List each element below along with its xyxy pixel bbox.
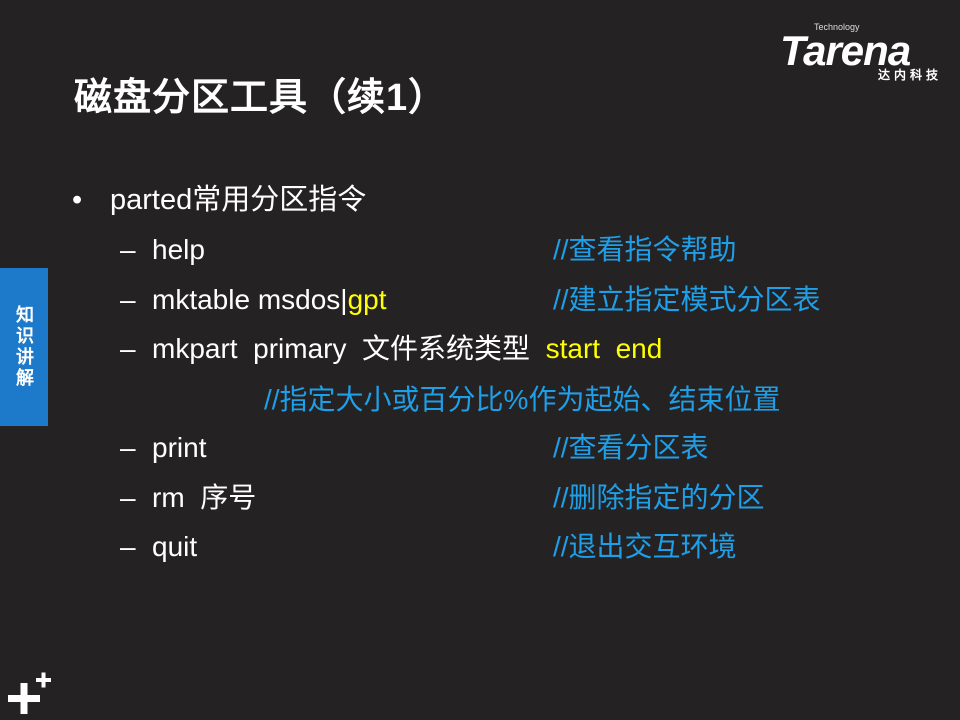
side-tab-label: 知识讲解 xyxy=(14,305,34,389)
item-command: quit xyxy=(152,531,198,562)
plus-icon xyxy=(8,672,51,714)
bullet-text: parted常用分区指令 xyxy=(110,184,367,216)
item-command: help xyxy=(152,234,205,265)
item-comment: //建立指定模式分区表 xyxy=(553,284,821,315)
item-command: mkpart primary 文件系统类型 xyxy=(152,333,546,364)
slide-title: 磁盘分区工具（续1） xyxy=(74,77,448,119)
list-item: – rm 序号 xyxy=(120,478,256,518)
item-command-highlight: start end xyxy=(545,333,663,364)
bullet-dot: • xyxy=(72,184,83,216)
item-comment: //删除指定的分区 xyxy=(553,482,765,513)
item-comment: //查看分区表 xyxy=(553,432,709,463)
item-command: mktable msdos| xyxy=(152,284,348,315)
list-item: – quit xyxy=(120,527,197,567)
item-dash: – xyxy=(120,333,136,364)
item-dash: – xyxy=(120,284,136,315)
item-dash: – xyxy=(120,432,136,463)
item-command-highlight: gpt xyxy=(347,284,387,315)
item-command: rm 序号 xyxy=(152,482,257,513)
item-command: print xyxy=(152,432,207,463)
list-item: – print xyxy=(120,428,206,468)
list-item: – help xyxy=(120,230,205,270)
item-dash: – xyxy=(120,531,136,562)
logo-cn-name: 达内科技 xyxy=(877,68,942,82)
mkpart-comment: //指定大小或百分比%作为起始、结束位置 xyxy=(264,384,781,415)
item-dash: – xyxy=(120,234,136,265)
slide: 磁盘分区工具（续1） Technology Tarena 达内科技 知识讲解 •… xyxy=(0,0,960,720)
tarena-logo: Technology Tarena 达内科技 xyxy=(780,22,948,84)
item-comment: //退出交互环境 xyxy=(553,531,737,562)
side-tab: 知识讲解 xyxy=(0,268,48,426)
main-bullet: • parted常用分区指令 xyxy=(72,180,366,220)
item-dash: – xyxy=(120,482,136,513)
list-item: – mktable msdos|gpt xyxy=(120,280,387,320)
item-comment: //查看指令帮助 xyxy=(553,234,737,265)
list-item: – mkpart primary 文件系统类型 start end xyxy=(120,329,662,369)
